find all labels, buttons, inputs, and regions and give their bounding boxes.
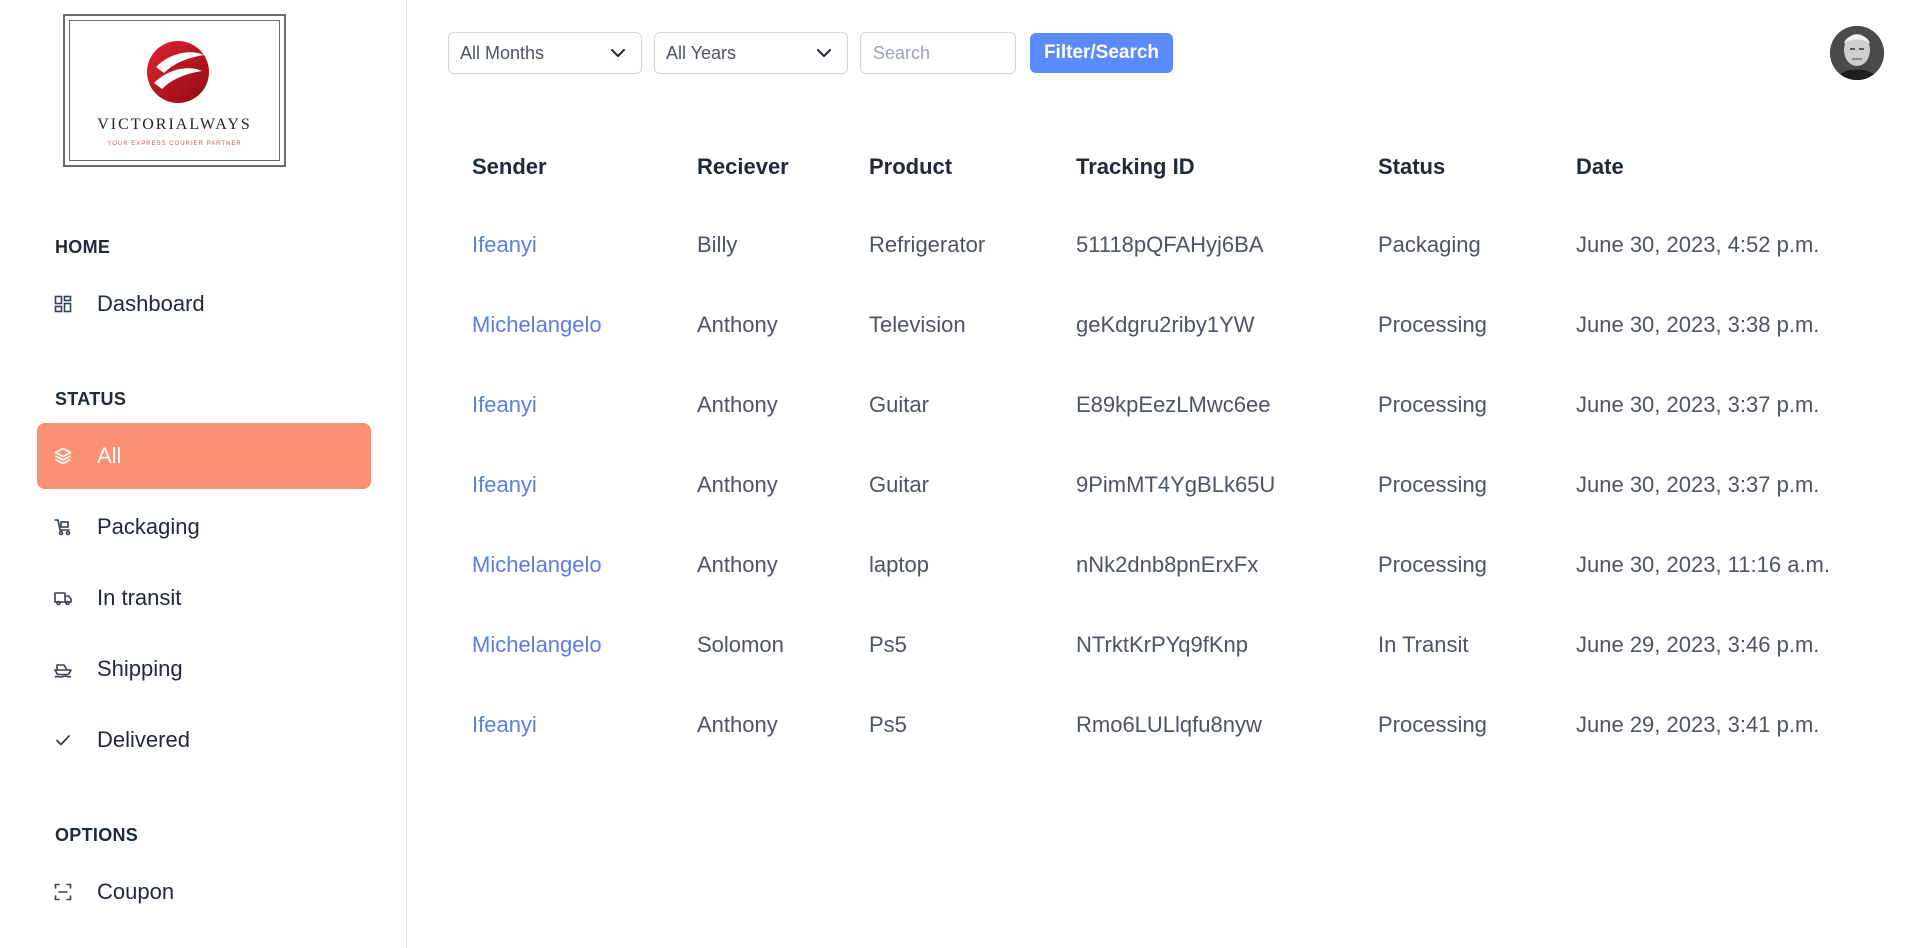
product-cell: Refrigerator <box>869 232 986 257</box>
product-cell: Ps5 <box>869 632 907 657</box>
table-row: Ifeanyi Anthony Ps5 Rmo6LULlqfu8nyw Proc… <box>472 712 1892 792</box>
tracking-id-cell: NTrktKrPYq9fKnp <box>1076 632 1249 657</box>
status-cell: Processing <box>1378 552 1487 577</box>
table-row: Michelangelo Anthony laptop nNk2dnb8pnEr… <box>472 552 1892 632</box>
status-cell: Processing <box>1378 392 1487 417</box>
sidebar-item-packaging[interactable]: Packaging <box>37 494 371 560</box>
table-row: Ifeanyi Billy Refrigerator 51118pQFAHyj6… <box>472 232 1892 312</box>
product-cell: Ps5 <box>869 712 907 737</box>
status-cell: In Transit <box>1378 632 1469 657</box>
sidebar-item-coupon[interactable]: Coupon <box>37 859 371 925</box>
table-row: Ifeanyi Anthony Guitar E89kpEezLMwc6ee P… <box>472 392 1892 472</box>
date-cell: June 30, 2023, 11:16 a.m. <box>1576 552 1830 577</box>
receiver-cell: Anthony <box>697 312 778 337</box>
column-header-status[interactable]: Status <box>1378 154 1445 180</box>
receiver-cell: Billy <box>697 232 738 257</box>
year-select[interactable]: All Years <box>654 32 848 74</box>
filter-search-button[interactable]: Filter/Search <box>1030 33 1173 73</box>
sender-link[interactable]: Ifeanyi <box>472 712 537 738</box>
sidebar-item-in-transit[interactable]: In transit <box>37 565 371 631</box>
tracking-id-cell: nNk2dnb8pnErxFx <box>1076 552 1259 577</box>
date-cell: June 29, 2023, 3:41 p.m. <box>1576 712 1820 737</box>
brand-name: VICTORIALWAYS <box>97 116 252 133</box>
tracking-id-cell: E89kpEezLMwc6ee <box>1076 392 1271 417</box>
receiver-cell: Solomon <box>697 632 784 657</box>
product-cell: Guitar <box>869 392 929 417</box>
sidebar-item-label: In transit <box>97 585 182 610</box>
tracking-id-cell: Rmo6LULlqfu8nyw <box>1076 712 1262 737</box>
year-select-value: All Years <box>666 42 737 63</box>
sidebar: VICTORIALWAYS YOUR EXPRESS COURIER PARTN… <box>0 0 407 948</box>
table-row: Michelangelo Anthony Television geKdgru2… <box>472 312 1892 392</box>
sidebar-item-shipping[interactable]: Shipping <box>37 636 371 702</box>
date-cell: June 30, 2023, 3:37 p.m. <box>1576 472 1820 497</box>
layers-icon <box>53 446 73 466</box>
brand-logo[interactable]: VICTORIALWAYS YOUR EXPRESS COURIER PARTN… <box>63 14 286 167</box>
month-select[interactable]: All Months <box>448 32 642 74</box>
sidebar-item-label: Delivered <box>97 727 190 752</box>
sender-link[interactable]: Michelangelo <box>472 312 602 338</box>
month-select-value: All Months <box>460 42 545 63</box>
sidebar-item-all[interactable]: All <box>37 423 371 489</box>
sidebar-item-delivered[interactable]: Delivered <box>37 707 371 773</box>
sidebar-item-dashboard[interactable]: Dashboard <box>37 271 371 337</box>
tracking-id-cell: geKdgru2riby1YW <box>1076 312 1255 337</box>
ship-icon <box>53 659 73 679</box>
product-cell: Guitar <box>869 472 929 497</box>
receiver-cell: Anthony <box>697 472 778 497</box>
receiver-cell: Anthony <box>697 552 778 577</box>
status-cell: Processing <box>1378 472 1487 497</box>
sidebar-item-label: Packaging <box>97 514 200 539</box>
date-cell: June 30, 2023, 4:52 p.m. <box>1576 232 1820 257</box>
sidebar-item-label: Shipping <box>97 656 183 681</box>
truck-icon <box>53 588 73 608</box>
brand-tagline: YOUR EXPRESS COURIER PARTNER <box>107 141 242 147</box>
sender-link[interactable]: Michelangelo <box>472 632 602 658</box>
section-title-home: HOME <box>55 237 111 257</box>
sender-link[interactable]: Ifeanyi <box>472 232 537 258</box>
chevron-down-icon <box>611 49 625 57</box>
tracking-id-cell: 9PimMT4YgBLk65U <box>1076 472 1276 497</box>
status-cell: Processing <box>1378 712 1487 737</box>
receiver-cell: Anthony <box>697 392 778 417</box>
brand-mark-icon <box>147 41 209 103</box>
avatar[interactable] <box>1830 26 1884 80</box>
section-title-options: OPTIONS <box>55 825 139 845</box>
sidebar-item-label: All <box>97 443 122 468</box>
chevron-down-icon <box>817 49 831 57</box>
user-avatar-icon <box>1830 26 1884 80</box>
table-row: Michelangelo Solomon Ps5 NTrktKrPYq9fKnp… <box>472 632 1892 712</box>
tracking-id-cell: 51118pQFAHyj6BA <box>1076 232 1264 257</box>
search-input[interactable] <box>860 32 1016 74</box>
column-header-tracking-id[interactable]: Tracking ID <box>1076 154 1195 180</box>
table-row: Ifeanyi Anthony Guitar 9PimMT4YgBLk65U P… <box>472 472 1892 552</box>
date-cell: June 30, 2023, 3:37 p.m. <box>1576 392 1820 417</box>
check-icon <box>53 730 73 750</box>
cart-icon <box>53 517 73 537</box>
product-cell: laptop <box>869 552 929 577</box>
sender-link[interactable]: Ifeanyi <box>472 392 537 418</box>
section-title-status: STATUS <box>55 389 127 409</box>
sender-link[interactable]: Ifeanyi <box>472 472 537 498</box>
receiver-cell: Anthony <box>697 712 778 737</box>
status-cell: Packaging <box>1378 232 1481 257</box>
dashboard-icon <box>53 294 73 314</box>
sidebar-item-label: Coupon <box>97 879 175 904</box>
date-cell: June 29, 2023, 3:46 p.m. <box>1576 632 1820 657</box>
column-header-reciever[interactable]: Reciever <box>697 154 789 180</box>
column-header-product[interactable]: Product <box>869 154 952 180</box>
column-header-sender[interactable]: Sender <box>472 154 547 180</box>
sender-link[interactable]: Michelangelo <box>472 552 602 578</box>
sidebar-item-label: Dashboard <box>97 291 205 316</box>
status-cell: Processing <box>1378 312 1487 337</box>
date-cell: June 30, 2023, 3:38 p.m. <box>1576 312 1820 337</box>
product-cell: Television <box>869 312 966 337</box>
column-header-date[interactable]: Date <box>1576 154 1624 180</box>
scan-icon <box>53 882 73 902</box>
